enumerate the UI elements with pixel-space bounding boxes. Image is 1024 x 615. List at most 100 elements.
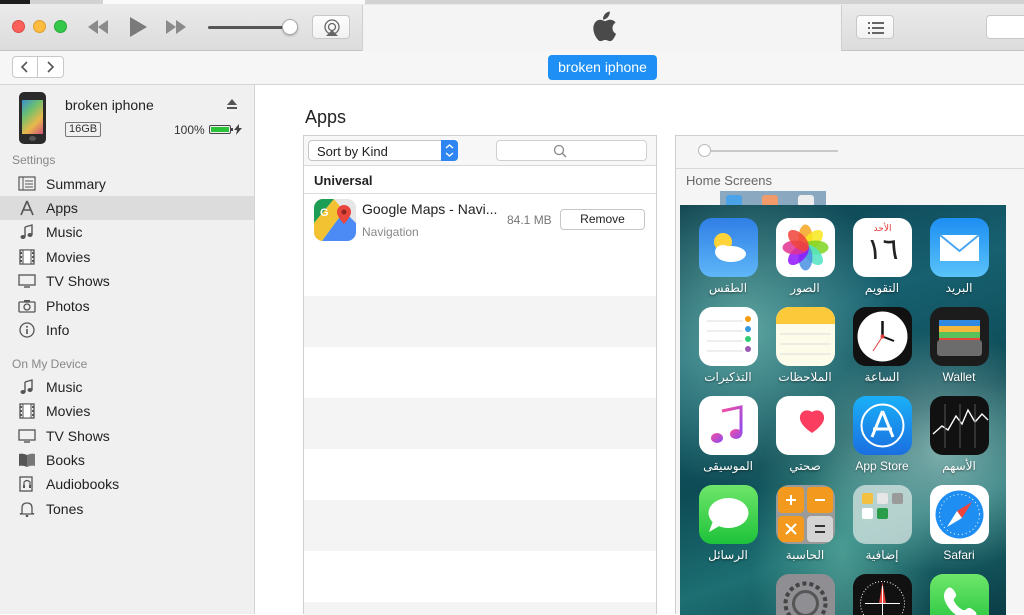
home-screens-panel: Home Screens الطقس bbox=[675, 135, 1024, 614]
battery-percent: 100% bbox=[174, 123, 205, 137]
mail-icon[interactable] bbox=[930, 218, 989, 277]
sidebar-item-label: Books bbox=[46, 452, 85, 468]
phone-icon[interactable] bbox=[930, 574, 989, 615]
sidebar-item-music[interactable]: Music bbox=[0, 220, 254, 244]
chevron-up-down-icon bbox=[441, 140, 458, 161]
camera-icon bbox=[18, 298, 36, 314]
minimize-window-button[interactable] bbox=[33, 20, 46, 33]
universal-group-header: Universal bbox=[304, 167, 656, 194]
battery-icon bbox=[209, 125, 231, 134]
fast-forward-icon[interactable] bbox=[164, 18, 188, 36]
sidebar-item-device-movies[interactable]: Movies bbox=[0, 399, 254, 423]
empty-row bbox=[304, 449, 656, 500]
sidebar-item-apps[interactable]: Apps bbox=[0, 196, 254, 220]
capacity-badge: 16GB bbox=[65, 122, 101, 137]
app-category: Navigation bbox=[362, 225, 419, 239]
zoom-slider-knob[interactable] bbox=[698, 144, 711, 157]
sidebar-item-movies[interactable]: Movies bbox=[0, 245, 254, 269]
charging-bolt-icon bbox=[234, 124, 242, 135]
calendar-icon[interactable]: الأحد ١٦ bbox=[853, 218, 912, 277]
back-button[interactable] bbox=[12, 56, 38, 78]
app-size: 84.1 MB bbox=[507, 213, 552, 227]
apps-list-panel: Sort by Kind Universal bbox=[303, 135, 657, 614]
home-screens-title: Home Screens bbox=[686, 173, 772, 188]
home-icon-label: Safari bbox=[914, 548, 1004, 562]
sort-select[interactable]: Sort by Kind bbox=[308, 140, 458, 161]
sidebar-item-label: Music bbox=[46, 224, 83, 240]
airplay-button[interactable] bbox=[312, 15, 350, 39]
sidebar-item-device-tones[interactable]: Tones bbox=[0, 497, 254, 521]
reminders-icon[interactable] bbox=[699, 307, 758, 366]
sidebar-item-label: Apps bbox=[46, 200, 78, 216]
zoom-slider-track[interactable] bbox=[700, 150, 838, 152]
empty-row bbox=[304, 245, 656, 296]
volume-slider-knob[interactable] bbox=[282, 19, 298, 35]
toolbar bbox=[0, 0, 1024, 51]
weather-icon[interactable] bbox=[699, 218, 758, 277]
sidebar: broken iphone 16GB 100% Settings Summary… bbox=[0, 85, 255, 614]
library-search-input[interactable] bbox=[986, 15, 1024, 39]
music-app-icon[interactable] bbox=[699, 396, 758, 455]
sidebar-item-info[interactable]: Info bbox=[0, 318, 254, 342]
stocks-icon[interactable] bbox=[930, 396, 989, 455]
sidebar-item-summary[interactable]: Summary bbox=[0, 172, 254, 196]
sidebar-item-label: Movies bbox=[46, 249, 90, 265]
apps-toolbar: Sort by Kind bbox=[304, 136, 656, 166]
app-row[interactable]: G Google Maps - Navi... Navigation 84.1 … bbox=[304, 195, 656, 245]
close-window-button[interactable] bbox=[12, 20, 25, 33]
app-search-input[interactable] bbox=[496, 140, 647, 161]
toolbar-top-strip bbox=[0, 0, 1024, 4]
remove-app-button[interactable]: Remove bbox=[560, 209, 645, 230]
chevron-right-icon bbox=[38, 57, 62, 77]
health-icon[interactable] bbox=[776, 396, 835, 455]
calculator-icon[interactable] bbox=[776, 485, 835, 544]
play-icon[interactable] bbox=[128, 16, 148, 38]
empty-row bbox=[304, 500, 656, 551]
chevron-left-icon bbox=[13, 57, 37, 77]
sidebar-item-photos[interactable]: Photos bbox=[0, 294, 254, 318]
main-content: Apps Sort by Kind Universal bbox=[255, 85, 1024, 614]
svg-text:G: G bbox=[320, 207, 329, 219]
safari-icon[interactable] bbox=[930, 485, 989, 544]
page-title: Apps bbox=[305, 107, 346, 128]
up-next-button[interactable] bbox=[856, 15, 894, 39]
app-name: Google Maps - Navi... bbox=[362, 201, 497, 217]
rewind-icon[interactable] bbox=[86, 18, 110, 36]
iphone-device-icon bbox=[19, 92, 46, 144]
status-display bbox=[362, 5, 842, 51]
eject-icon[interactable] bbox=[226, 98, 238, 110]
sidebar-item-device-books[interactable]: Books bbox=[0, 448, 254, 472]
device-button[interactable]: broken iphone bbox=[548, 55, 657, 80]
settings-gear-icon[interactable] bbox=[776, 574, 835, 615]
book-icon bbox=[18, 452, 36, 468]
sidebar-item-label: Music bbox=[46, 379, 83, 395]
sidebar-item-label: TV Shows bbox=[46, 273, 110, 289]
sidebar-item-device-music[interactable]: Music bbox=[0, 375, 254, 399]
search-icon bbox=[553, 144, 567, 158]
app-store-icon[interactable] bbox=[853, 396, 912, 455]
navigation-bar: broken iphone bbox=[0, 51, 1024, 85]
tv-icon bbox=[18, 428, 36, 444]
device-name: broken iphone bbox=[65, 97, 154, 113]
photos-icon[interactable] bbox=[776, 218, 835, 277]
compass-icon[interactable] bbox=[853, 574, 912, 615]
sidebar-item-device-tv-shows[interactable]: TV Shows bbox=[0, 424, 254, 448]
messages-icon[interactable] bbox=[699, 485, 758, 544]
group-title: Universal bbox=[314, 173, 373, 188]
sidebar-item-device-audiobooks[interactable]: Audiobooks bbox=[0, 472, 254, 496]
folder-icon[interactable] bbox=[853, 485, 912, 544]
home-icon-label: Wallet bbox=[914, 370, 1004, 384]
zoom-window-button[interactable] bbox=[54, 20, 67, 33]
sidebar-item-tv-shows[interactable]: TV Shows bbox=[0, 269, 254, 293]
home-icon-label: البريد bbox=[914, 281, 1004, 295]
forward-button[interactable] bbox=[38, 56, 64, 78]
notes-icon[interactable] bbox=[776, 307, 835, 366]
audiobook-icon bbox=[18, 476, 36, 492]
film-icon bbox=[18, 249, 36, 265]
apps-icon bbox=[18, 200, 36, 216]
clock-icon[interactable] bbox=[853, 307, 912, 366]
sidebar-item-label: TV Shows bbox=[46, 428, 110, 444]
wallet-icon[interactable] bbox=[930, 307, 989, 366]
music-note-icon bbox=[18, 379, 36, 395]
settings-header: Settings bbox=[12, 153, 55, 167]
